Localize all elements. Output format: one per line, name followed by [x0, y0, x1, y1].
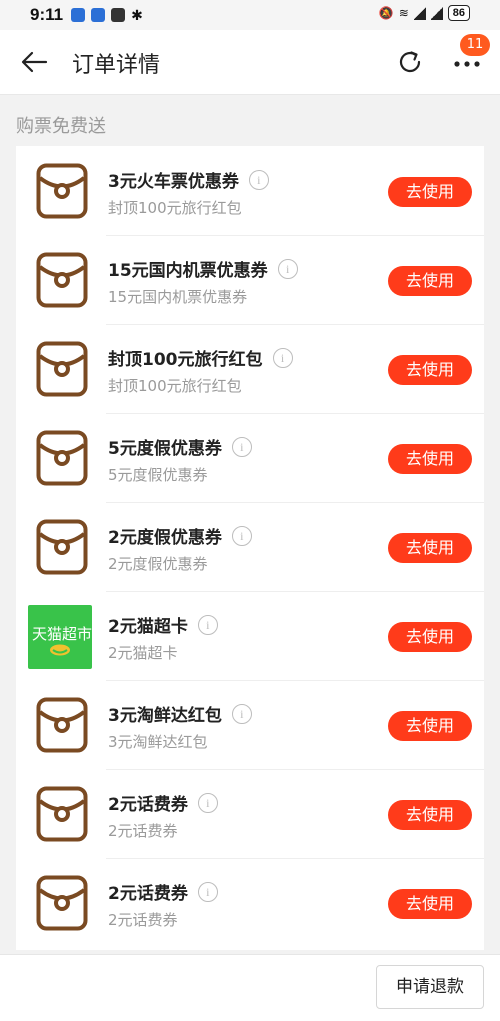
battery-icon: 86: [447, 5, 470, 21]
status-right: 🔕 ≋ 86: [379, 5, 470, 21]
use-coupon-button[interactable]: 去使用: [388, 800, 472, 830]
coupon-title: 15元国内机票优惠券: [108, 261, 268, 281]
info-icon[interactable]: i: [272, 347, 293, 368]
coupon-row: 天猫超市 2元猫超卡 i 2元猫超卡 去使用: [16, 592, 484, 681]
app-notification-icon: [71, 8, 86, 22]
coupon-subtitle: 15元国内机票优惠券: [108, 288, 248, 306]
coupon-subtitle: 2元度假优惠券: [108, 555, 208, 573]
coupon-icon: [36, 519, 88, 575]
coupon-icon: [36, 341, 88, 397]
coupon-icon: [36, 786, 88, 842]
use-coupon-button[interactable]: 去使用: [388, 177, 472, 207]
coupon-row: 5元度假优惠券 i 5元度假优惠券 去使用: [16, 414, 484, 503]
coupon-title-group: 2元度假优惠券 i: [108, 523, 252, 548]
status-time: 9:11: [30, 5, 64, 24]
status-bar: 9:11 ✱ 🔕 ≋ 86: [0, 0, 500, 30]
coupon-title: 5元度假优惠券: [108, 439, 222, 459]
coupon-subtitle: 2元猫超卡: [108, 644, 178, 662]
top-navigation-bar: 订单详情 11: [0, 30, 500, 95]
coupon-subtitle: 3元淘鲜达红包: [108, 733, 208, 751]
coupon-row: 封顶100元旅行红包 i 封顶100元旅行红包 去使用: [16, 325, 484, 414]
section-title: 购票免费送: [16, 116, 106, 137]
bluetooth-icon: ✱: [131, 6, 143, 23]
use-coupon-button[interactable]: 去使用: [388, 444, 472, 474]
use-coupon-button[interactable]: 去使用: [388, 266, 472, 296]
coupon-icon: [36, 875, 88, 931]
coupon-title: 3元火车票优惠券: [108, 172, 239, 192]
info-icon[interactable]: i: [231, 525, 252, 546]
coupon-row: 2元话费券 i 2元话费券 去使用: [16, 859, 484, 948]
wifi-icon: ≋: [398, 6, 409, 20]
coupon-title-group: 5元度假优惠券 i: [108, 434, 252, 459]
coupon-title-group: 封顶100元旅行红包 i: [108, 345, 293, 370]
info-icon[interactable]: i: [231, 703, 252, 724]
coupon-subtitle: 2元话费券: [108, 911, 178, 929]
back-arrow-icon[interactable]: [20, 50, 48, 74]
coupon-title-group: 2元话费券 i: [108, 879, 218, 904]
info-icon[interactable]: i: [277, 258, 298, 279]
coupon-subtitle: 2元话费券: [108, 822, 178, 840]
use-coupon-button[interactable]: 去使用: [388, 533, 472, 563]
notification-icons: ✱: [71, 7, 143, 24]
tmall-logo-text: 天猫超市: [32, 625, 93, 643]
coupon-title-group: 2元猫超卡 i: [108, 612, 218, 637]
use-coupon-button[interactable]: 去使用: [388, 355, 472, 385]
bottom-action-bar: 申请退款: [0, 954, 500, 1021]
mute-icon: 🔕: [378, 6, 394, 20]
info-icon[interactable]: i: [197, 792, 218, 813]
coupon-row: 2元话费券 i 2元话费券 去使用: [16, 770, 484, 859]
coupon-title-group: 15元国内机票优惠券 i: [108, 256, 298, 281]
coupon-title: 2元话费券: [108, 795, 188, 815]
coupon-row: 3元淘鲜达红包 i 3元淘鲜达红包 去使用: [16, 681, 484, 770]
app-notification-icon: [111, 8, 126, 22]
page-title: 订单详情: [72, 53, 161, 78]
coupon-subtitle: 封顶100元旅行红包: [108, 377, 242, 395]
app-notification-icon: [91, 8, 106, 22]
tmall-supermarket-logo: 天猫超市: [28, 605, 92, 669]
coupon-title-group: 2元话费券 i: [108, 790, 218, 815]
coupon-icon: [36, 430, 88, 486]
coupon-title: 3元淘鲜达红包: [108, 706, 222, 726]
coupon-row: 3元火车票优惠券 i 封顶100元旅行红包 去使用: [16, 147, 484, 236]
coupon-subtitle: 封顶100元旅行红包: [108, 199, 242, 217]
use-coupon-button[interactable]: 去使用: [388, 711, 472, 741]
coupon-icon: [36, 252, 88, 308]
use-coupon-button[interactable]: 去使用: [388, 622, 472, 652]
signal-icon: [413, 6, 426, 20]
info-icon[interactable]: i: [231, 436, 252, 457]
use-coupon-button[interactable]: 去使用: [388, 889, 472, 919]
signal-icon: [430, 6, 443, 20]
notification-badge: 11: [460, 34, 490, 56]
coupon-title-group: 3元淘鲜达红包 i: [108, 701, 252, 726]
coupon-icon: [36, 163, 88, 219]
coupon-list: 3元火车票优惠券 i 封顶100元旅行红包 去使用 15元国内机票优惠券 i 15元国内机票…: [16, 146, 484, 950]
coupon-row: 2元度假优惠券 i 2元度假优惠券 去使用: [16, 503, 484, 592]
coupon-subtitle: 5元度假优惠券: [108, 466, 208, 484]
coupon-title-group: 3元火车票优惠券 i: [108, 167, 269, 192]
refund-request-button[interactable]: 申请退款: [376, 965, 484, 1009]
coupon-title: 2元话费券: [108, 884, 188, 904]
coupon-title: 2元度假优惠券: [108, 528, 222, 548]
coupon-icon: [36, 697, 88, 753]
info-icon[interactable]: i: [197, 881, 218, 902]
coupon-row: 15元国内机票优惠券 i 15元国内机票优惠券 去使用: [16, 236, 484, 325]
shopping-cart-icon: [50, 644, 70, 656]
info-icon[interactable]: i: [248, 169, 269, 190]
coupon-title: 2元猫超卡: [108, 617, 188, 637]
coupon-title: 封顶100元旅行红包: [108, 350, 263, 370]
refresh-icon[interactable]: [396, 48, 424, 76]
info-icon[interactable]: i: [197, 614, 218, 635]
